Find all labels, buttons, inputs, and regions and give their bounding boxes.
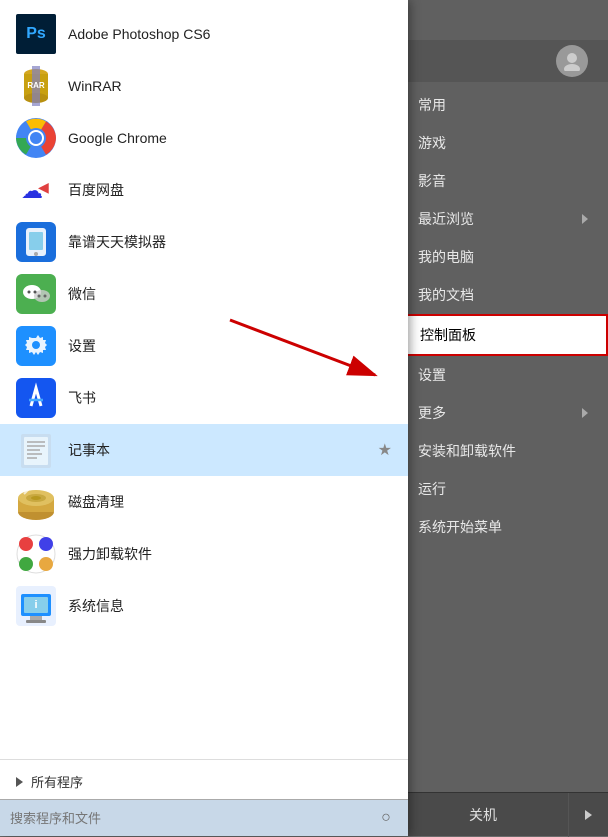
app-label-diskcleaner: 磁盘清理	[68, 492, 124, 512]
right-menu-item-startmenu[interactable]: 系统开始菜单	[398, 508, 608, 546]
svg-text:i: i	[34, 599, 37, 611]
app-item-baidu[interactable]: ☁ ◀ 百度网盘	[0, 164, 408, 216]
right-menu-label-zuijin: 最近浏览	[418, 209, 474, 229]
app-label-wechat: 微信	[68, 284, 96, 304]
right-menu-item-shezhi[interactable]: 设置	[398, 356, 608, 394]
app-icon-uninstall	[16, 534, 56, 574]
app-label-uninstall: 强力卸载软件	[68, 544, 152, 564]
arrow-right-icon	[585, 810, 592, 820]
submenu-arrow-icon	[582, 408, 588, 418]
right-menu-label-youxi: 游戏	[418, 133, 446, 153]
app-label-phone: 靠谱天天模拟器	[68, 232, 166, 252]
shutdown-button[interactable]: 关机	[398, 797, 568, 833]
right-menu-label-install: 安装和卸载软件	[418, 441, 516, 461]
right-menu-item-yingyin[interactable]: 影音	[398, 162, 608, 200]
app-icon-feishu	[16, 378, 56, 418]
app-icon-baidu: ☁ ◀	[16, 170, 56, 210]
app-item-phone[interactable]: 靠谱天天模拟器	[0, 216, 408, 268]
right-menu-label-run: 运行	[418, 479, 446, 499]
app-label-photoshop: Adobe Photoshop CS6	[68, 26, 210, 42]
app-item-sysinfo[interactable]: i 系统信息	[0, 580, 408, 632]
right-menu-item-youxi[interactable]: 游戏	[398, 124, 608, 162]
all-programs-label: 所有程序	[31, 772, 83, 791]
app-item-uninstall[interactable]: 强力卸载软件	[0, 528, 408, 580]
app-icon-notepad	[16, 430, 56, 470]
right-menu-label-yingyin: 影音	[418, 171, 446, 191]
start-menu: Ps Adobe Photoshop CS6 RAR WinRAR Google …	[0, 0, 408, 836]
app-label-baidu: 百度网盘	[68, 180, 124, 200]
app-item-settings[interactable]: 设置	[0, 320, 408, 372]
app-icon-chrome	[16, 118, 56, 158]
right-menu: 常用游戏影音最近浏览我的电脑我的文档控制面板设置更多安装和卸载软件运行系统开始菜…	[398, 86, 608, 546]
star-icon: ★	[378, 440, 392, 460]
app-icon-photoshop: Ps	[16, 14, 56, 54]
right-menu-item-more[interactable]: 更多	[398, 394, 608, 432]
app-item-wechat[interactable]: 微信	[0, 268, 408, 320]
app-item-winrar[interactable]: RAR WinRAR	[0, 60, 408, 112]
right-menu-label-shezhi: 设置	[418, 365, 446, 385]
app-label-winrar: WinRAR	[68, 78, 122, 94]
right-menu-item-mydoc[interactable]: 我的文档	[398, 276, 608, 314]
right-menu-label-more: 更多	[418, 403, 446, 423]
app-icon-winrar: RAR	[16, 66, 56, 106]
submenu-arrow-icon	[582, 214, 588, 224]
app-icon-phone	[16, 222, 56, 262]
right-menu-item-controlpanel[interactable]: 控制面板	[398, 314, 608, 356]
app-label-chrome: Google Chrome	[68, 130, 167, 146]
right-menu-item-changyong[interactable]: 常用	[398, 86, 608, 124]
all-programs[interactable]: 所有程序	[0, 764, 408, 799]
app-icon-sysinfo: i	[16, 586, 56, 626]
right-menu-item-zuijin[interactable]: 最近浏览	[398, 200, 608, 238]
app-label-settings: 设置	[68, 336, 96, 356]
divider	[0, 759, 408, 760]
right-menu-item-run[interactable]: 运行	[398, 470, 608, 508]
apps-list: Ps Adobe Photoshop CS6 RAR WinRAR Google …	[0, 0, 408, 755]
right-menu-label-mydoc: 我的文档	[418, 285, 474, 305]
right-menu-label-controlpanel: 控制面板	[420, 325, 476, 345]
app-item-feishu[interactable]: 飞书	[0, 372, 408, 424]
right-menu-label-changyong: 常用	[418, 95, 446, 115]
app-label-feishu: 飞书	[68, 388, 96, 408]
search-bar: ○	[0, 799, 408, 836]
app-label-notepad: 记事本	[68, 440, 110, 460]
user-area	[398, 40, 608, 82]
search-input[interactable]	[10, 811, 374, 826]
app-item-notepad[interactable]: 记事本 ★	[0, 424, 408, 476]
right-panel: 常用游戏影音最近浏览我的电脑我的文档控制面板设置更多安装和卸载软件运行系统开始菜…	[398, 0, 608, 836]
right-menu-label-startmenu: 系统开始菜单	[418, 517, 502, 537]
app-icon-diskcleaner	[16, 482, 56, 522]
search-icon[interactable]: ○	[374, 806, 398, 830]
shutdown-arrow-button[interactable]	[568, 793, 608, 837]
app-item-diskcleaner[interactable]: 磁盘清理	[0, 476, 408, 528]
right-menu-item-mypc[interactable]: 我的电脑	[398, 238, 608, 276]
app-icon-settings	[16, 326, 56, 366]
svg-text:◀: ◀	[38, 179, 49, 195]
arrow-icon	[16, 777, 23, 787]
app-icon-wechat	[16, 274, 56, 314]
right-menu-item-install[interactable]: 安装和卸载软件	[398, 432, 608, 470]
right-menu-label-mypc: 我的电脑	[418, 247, 474, 267]
avatar	[556, 45, 588, 77]
shutdown-bar: 关机	[398, 792, 608, 836]
app-item-photoshop[interactable]: Ps Adobe Photoshop CS6	[0, 8, 408, 60]
app-item-chrome[interactable]: Google Chrome	[0, 112, 408, 164]
svg-text:RAR: RAR	[27, 81, 45, 90]
app-label-sysinfo: 系统信息	[68, 596, 124, 616]
